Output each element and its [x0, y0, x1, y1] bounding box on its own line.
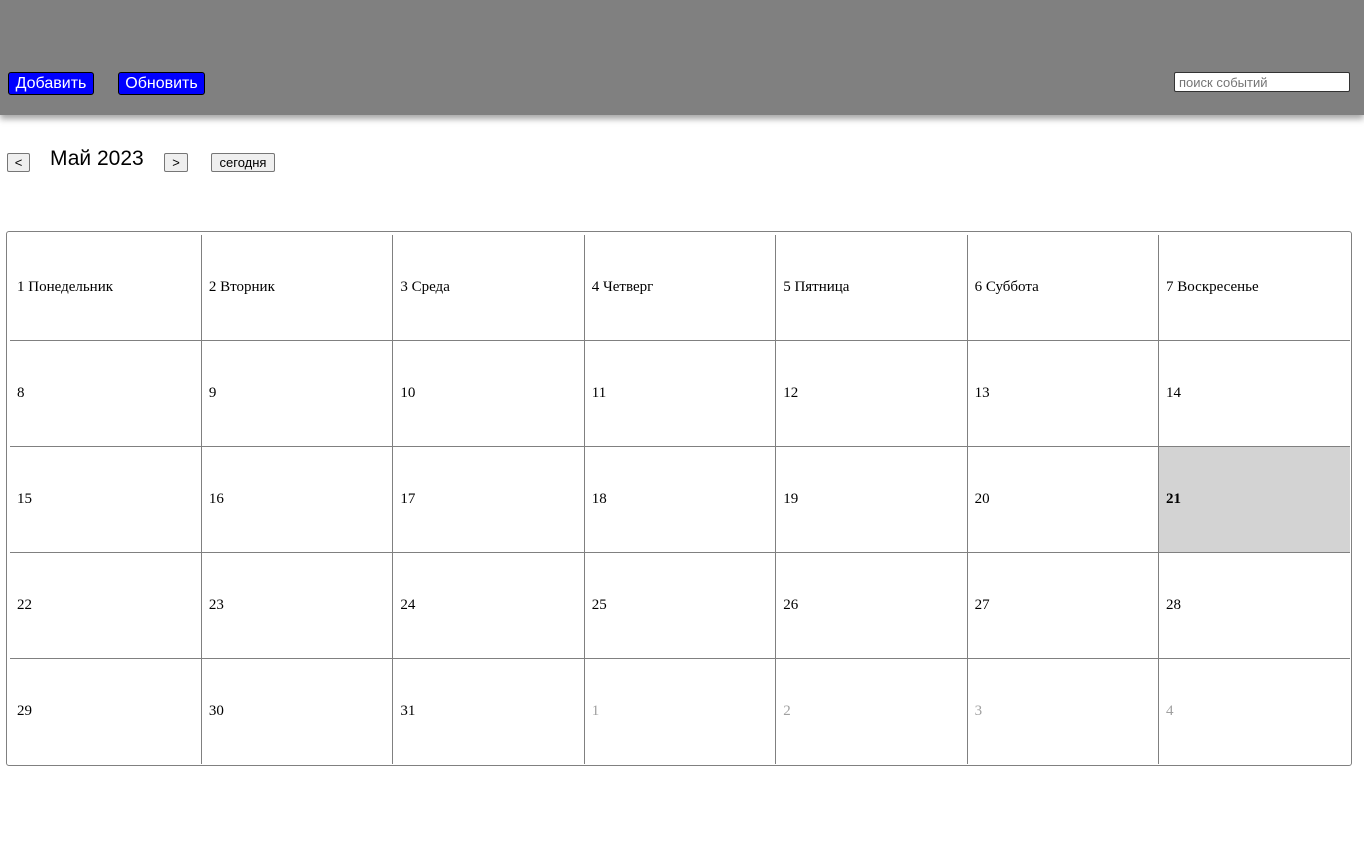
day-cell[interactable]: 18: [584, 446, 777, 553]
day-cell-other-month[interactable]: 2: [775, 658, 968, 764]
day-cell[interactable]: 11: [584, 340, 777, 448]
day-cell[interactable]: 25: [584, 552, 777, 659]
calendar-week-row: 1 Понедельник 2 Вторник 3 Среда 4 Четверг 5 …: [10, 235, 1350, 342]
calendar-grid: 1 Понедельник 2 Вторник 3 Среда 4 Четверг 5 …: [10, 235, 1350, 764]
day-cell[interactable]: 4 Четверг: [584, 235, 777, 342]
day-cell[interactable]: 10: [392, 340, 585, 448]
day-cell[interactable]: 28: [1158, 552, 1350, 659]
calendar-week-row: 22 23 24 25 26 27 28: [10, 552, 1350, 659]
day-cell-other-month[interactable]: 3: [967, 658, 1160, 764]
top-toolbar: Добавить Обновить: [0, 0, 1364, 115]
day-cell[interactable]: 17: [392, 446, 585, 553]
day-cell[interactable]: 5 Пятница: [775, 235, 968, 342]
calendar-week-row: 15 16 17 18 19 20 21: [10, 446, 1350, 553]
calendar-week-row: 29 30 31 1 2 3 4: [10, 658, 1350, 764]
refresh-button[interactable]: Обновить: [118, 72, 205, 95]
day-cell[interactable]: 22: [10, 552, 202, 659]
next-month-button[interactable]: >: [164, 153, 188, 172]
day-cell[interactable]: 13: [967, 340, 1160, 448]
day-cell[interactable]: 9: [201, 340, 394, 448]
day-cell[interactable]: 1 Понедельник: [10, 235, 202, 342]
day-cell[interactable]: 15: [10, 446, 202, 553]
prev-month-button[interactable]: <: [7, 153, 30, 172]
day-cell[interactable]: 16: [201, 446, 394, 553]
day-cell-other-month[interactable]: 4: [1159, 658, 1350, 764]
month-title: Май 2023: [50, 147, 144, 170]
add-event-button[interactable]: Добавить: [8, 72, 94, 95]
month-calendar: 1 Понедельник 2 Вторник 3 Среда 4 Четверг 5 …: [6, 231, 1352, 766]
day-cell[interactable]: 2 Вторник: [201, 235, 394, 342]
day-cell[interactable]: 31: [392, 658, 585, 764]
day-cell-today[interactable]: 21: [1158, 446, 1350, 553]
today-button[interactable]: сегодня: [211, 153, 275, 172]
day-cell[interactable]: 30: [201, 658, 394, 764]
day-cell[interactable]: 23: [201, 552, 394, 659]
day-cell[interactable]: 27: [967, 552, 1160, 659]
search-events-input[interactable]: [1174, 72, 1350, 92]
day-cell[interactable]: 6 Суббота: [967, 235, 1160, 342]
day-cell[interactable]: 3 Среда: [392, 235, 585, 342]
day-cell[interactable]: 8: [10, 340, 202, 448]
day-cell[interactable]: 14: [1158, 340, 1350, 448]
day-cell[interactable]: 26: [775, 552, 968, 659]
day-cell[interactable]: 7 Воскресенье: [1158, 235, 1350, 342]
day-cell[interactable]: 29: [10, 658, 202, 764]
day-cell[interactable]: 24: [392, 552, 585, 659]
calendar-week-row: 8 9 10 11 12 13 14: [10, 340, 1350, 448]
day-cell[interactable]: 19: [775, 446, 968, 553]
day-cell-other-month[interactable]: 1: [584, 658, 777, 764]
day-cell[interactable]: 12: [775, 340, 968, 448]
day-cell[interactable]: 20: [967, 446, 1160, 553]
